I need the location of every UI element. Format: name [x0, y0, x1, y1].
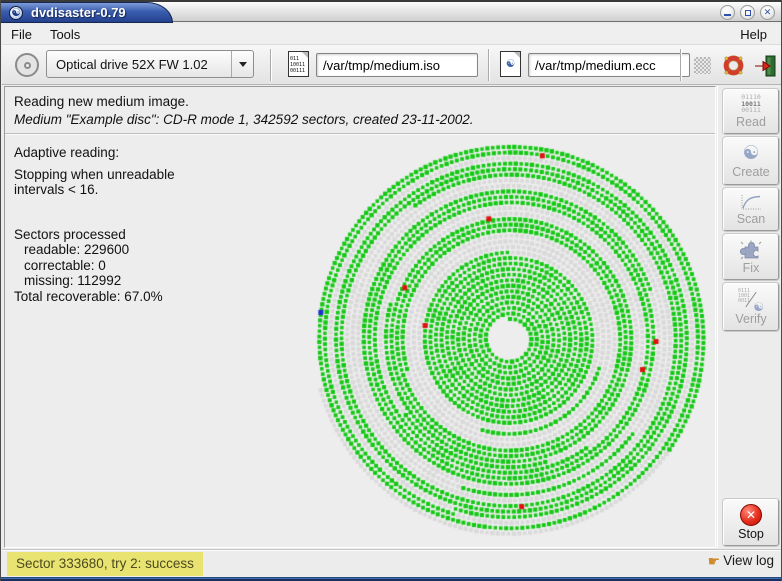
dvdisaster-logo-icon: ☯: [9, 6, 23, 20]
ecc-path-input[interactable]: [528, 53, 690, 77]
medium-info-button-disabled[interactable]: [690, 53, 715, 78]
menu-tools[interactable]: Tools: [41, 25, 89, 44]
ecc-file-icon: ☯: [500, 51, 521, 77]
window-title: dvdisaster-0.79: [31, 5, 126, 20]
minimize-button[interactable]: [720, 5, 735, 20]
menubar: File Tools Help: [2, 24, 782, 45]
verify-compare-icon: 0111 1001 0011 ☯: [738, 289, 764, 311]
sectors-missing: missing: 112992: [14, 273, 175, 289]
stopping-line2: intervals < 16.: [14, 182, 175, 198]
binary-digits-icon: 01110 10011 00111: [741, 94, 761, 114]
iso-image-icon: 011 10011 00111: [288, 51, 309, 77]
toolbar: Optical drive 52X FW 1.02 011 10011 0011…: [2, 45, 782, 85]
maximize-icon: [745, 10, 751, 16]
exit-door-icon: [753, 54, 777, 78]
verify-button-label: Verify: [735, 312, 766, 326]
view-log-button[interactable]: ☛ View log: [708, 553, 774, 568]
close-icon: ✕: [764, 8, 772, 17]
scan-button[interactable]: Scan: [723, 188, 779, 231]
fix-button[interactable]: Fix: [723, 234, 779, 280]
quit-button[interactable]: [752, 53, 777, 78]
window-controls: ✕: [720, 5, 775, 20]
iso-path-input[interactable]: [316, 53, 478, 77]
stop-button[interactable]: ✕ Stop: [723, 499, 779, 546]
menu-help[interactable]: Help: [731, 25, 776, 44]
toolbar-separator: [680, 49, 682, 81]
app-window: ☯ dvdisaster-0.79 ✕ File Tools Help Opti…: [0, 0, 782, 581]
stop-button-label: Stop: [738, 527, 764, 541]
drive-select-value: Optical drive 52X FW 1.02: [47, 57, 231, 72]
mode-title: Adaptive reading:: [14, 145, 175, 161]
scan-curve-icon: [739, 194, 763, 211]
close-button[interactable]: ✕: [760, 5, 775, 20]
lifebuoy-icon: [722, 54, 745, 77]
titlebar-tab[interactable]: ☯ dvdisaster-0.79: [1, 2, 173, 23]
chevron-down-icon: [239, 62, 247, 67]
action-sidebar: 01110 10011 00111 Read ☯ Create Scan: [717, 86, 782, 548]
optical-disc-icon: [15, 53, 39, 77]
status-heading: Reading new medium image. Medium "Exampl…: [5, 87, 715, 134]
view-log-hand-icon: ☛: [708, 554, 721, 568]
total-recoverable: Total recoverable: 67.0%: [14, 289, 175, 305]
sectors-readable: readable: 229600: [14, 242, 175, 258]
action-title: Reading new medium image.: [14, 93, 706, 111]
drive-select[interactable]: Optical drive 52X FW 1.02: [46, 50, 254, 78]
fix-button-label: Fix: [743, 261, 760, 275]
verify-button[interactable]: 0111 1001 0011 ☯ Verify: [723, 283, 779, 331]
disabled-pattern-icon: [694, 57, 711, 74]
menu-file[interactable]: File: [2, 25, 41, 44]
sectors-title: Sectors processed: [14, 227, 175, 243]
stopping-line1: Stopping when unreadable: [14, 167, 175, 183]
statusbar: Sector 333680, try 2: success ☛ View log: [2, 549, 782, 577]
window-bottom-border: [1, 577, 782, 581]
reading-info: Adaptive reading: Stopping when unreadab…: [14, 145, 175, 304]
create-button[interactable]: ☯ Create: [723, 137, 779, 185]
yin-yang-icon: ☯: [742, 144, 759, 164]
view-log-label: View log: [723, 553, 774, 568]
maximize-button[interactable]: [740, 5, 755, 20]
read-button-label: Read: [736, 115, 766, 129]
puzzle-piece-icon: [739, 240, 763, 260]
minimize-icon: [724, 14, 731, 16]
drive-select-arrow[interactable]: [231, 51, 253, 77]
main-content: Reading new medium image. Medium "Exampl…: [4, 86, 716, 548]
medium-description: Medium "Example disc": CD-R mode 1, 3425…: [14, 111, 706, 129]
scan-button-label: Scan: [737, 212, 766, 226]
titlebar: ☯ dvdisaster-0.79 ✕: [1, 0, 782, 22]
status-message: Sector 333680, try 2: success: [7, 552, 203, 576]
reading-visualization-area: Adaptive reading: Stopping when unreadab…: [5, 134, 715, 546]
toolbar-separator: [270, 49, 272, 81]
help-button[interactable]: [721, 53, 746, 78]
toolbar-separator: [488, 49, 490, 81]
sectors-correctable: correctable: 0: [14, 258, 175, 274]
stop-icon: ✕: [740, 504, 762, 526]
read-button[interactable]: 01110 10011 00111 Read: [723, 89, 779, 134]
create-button-label: Create: [732, 165, 770, 179]
